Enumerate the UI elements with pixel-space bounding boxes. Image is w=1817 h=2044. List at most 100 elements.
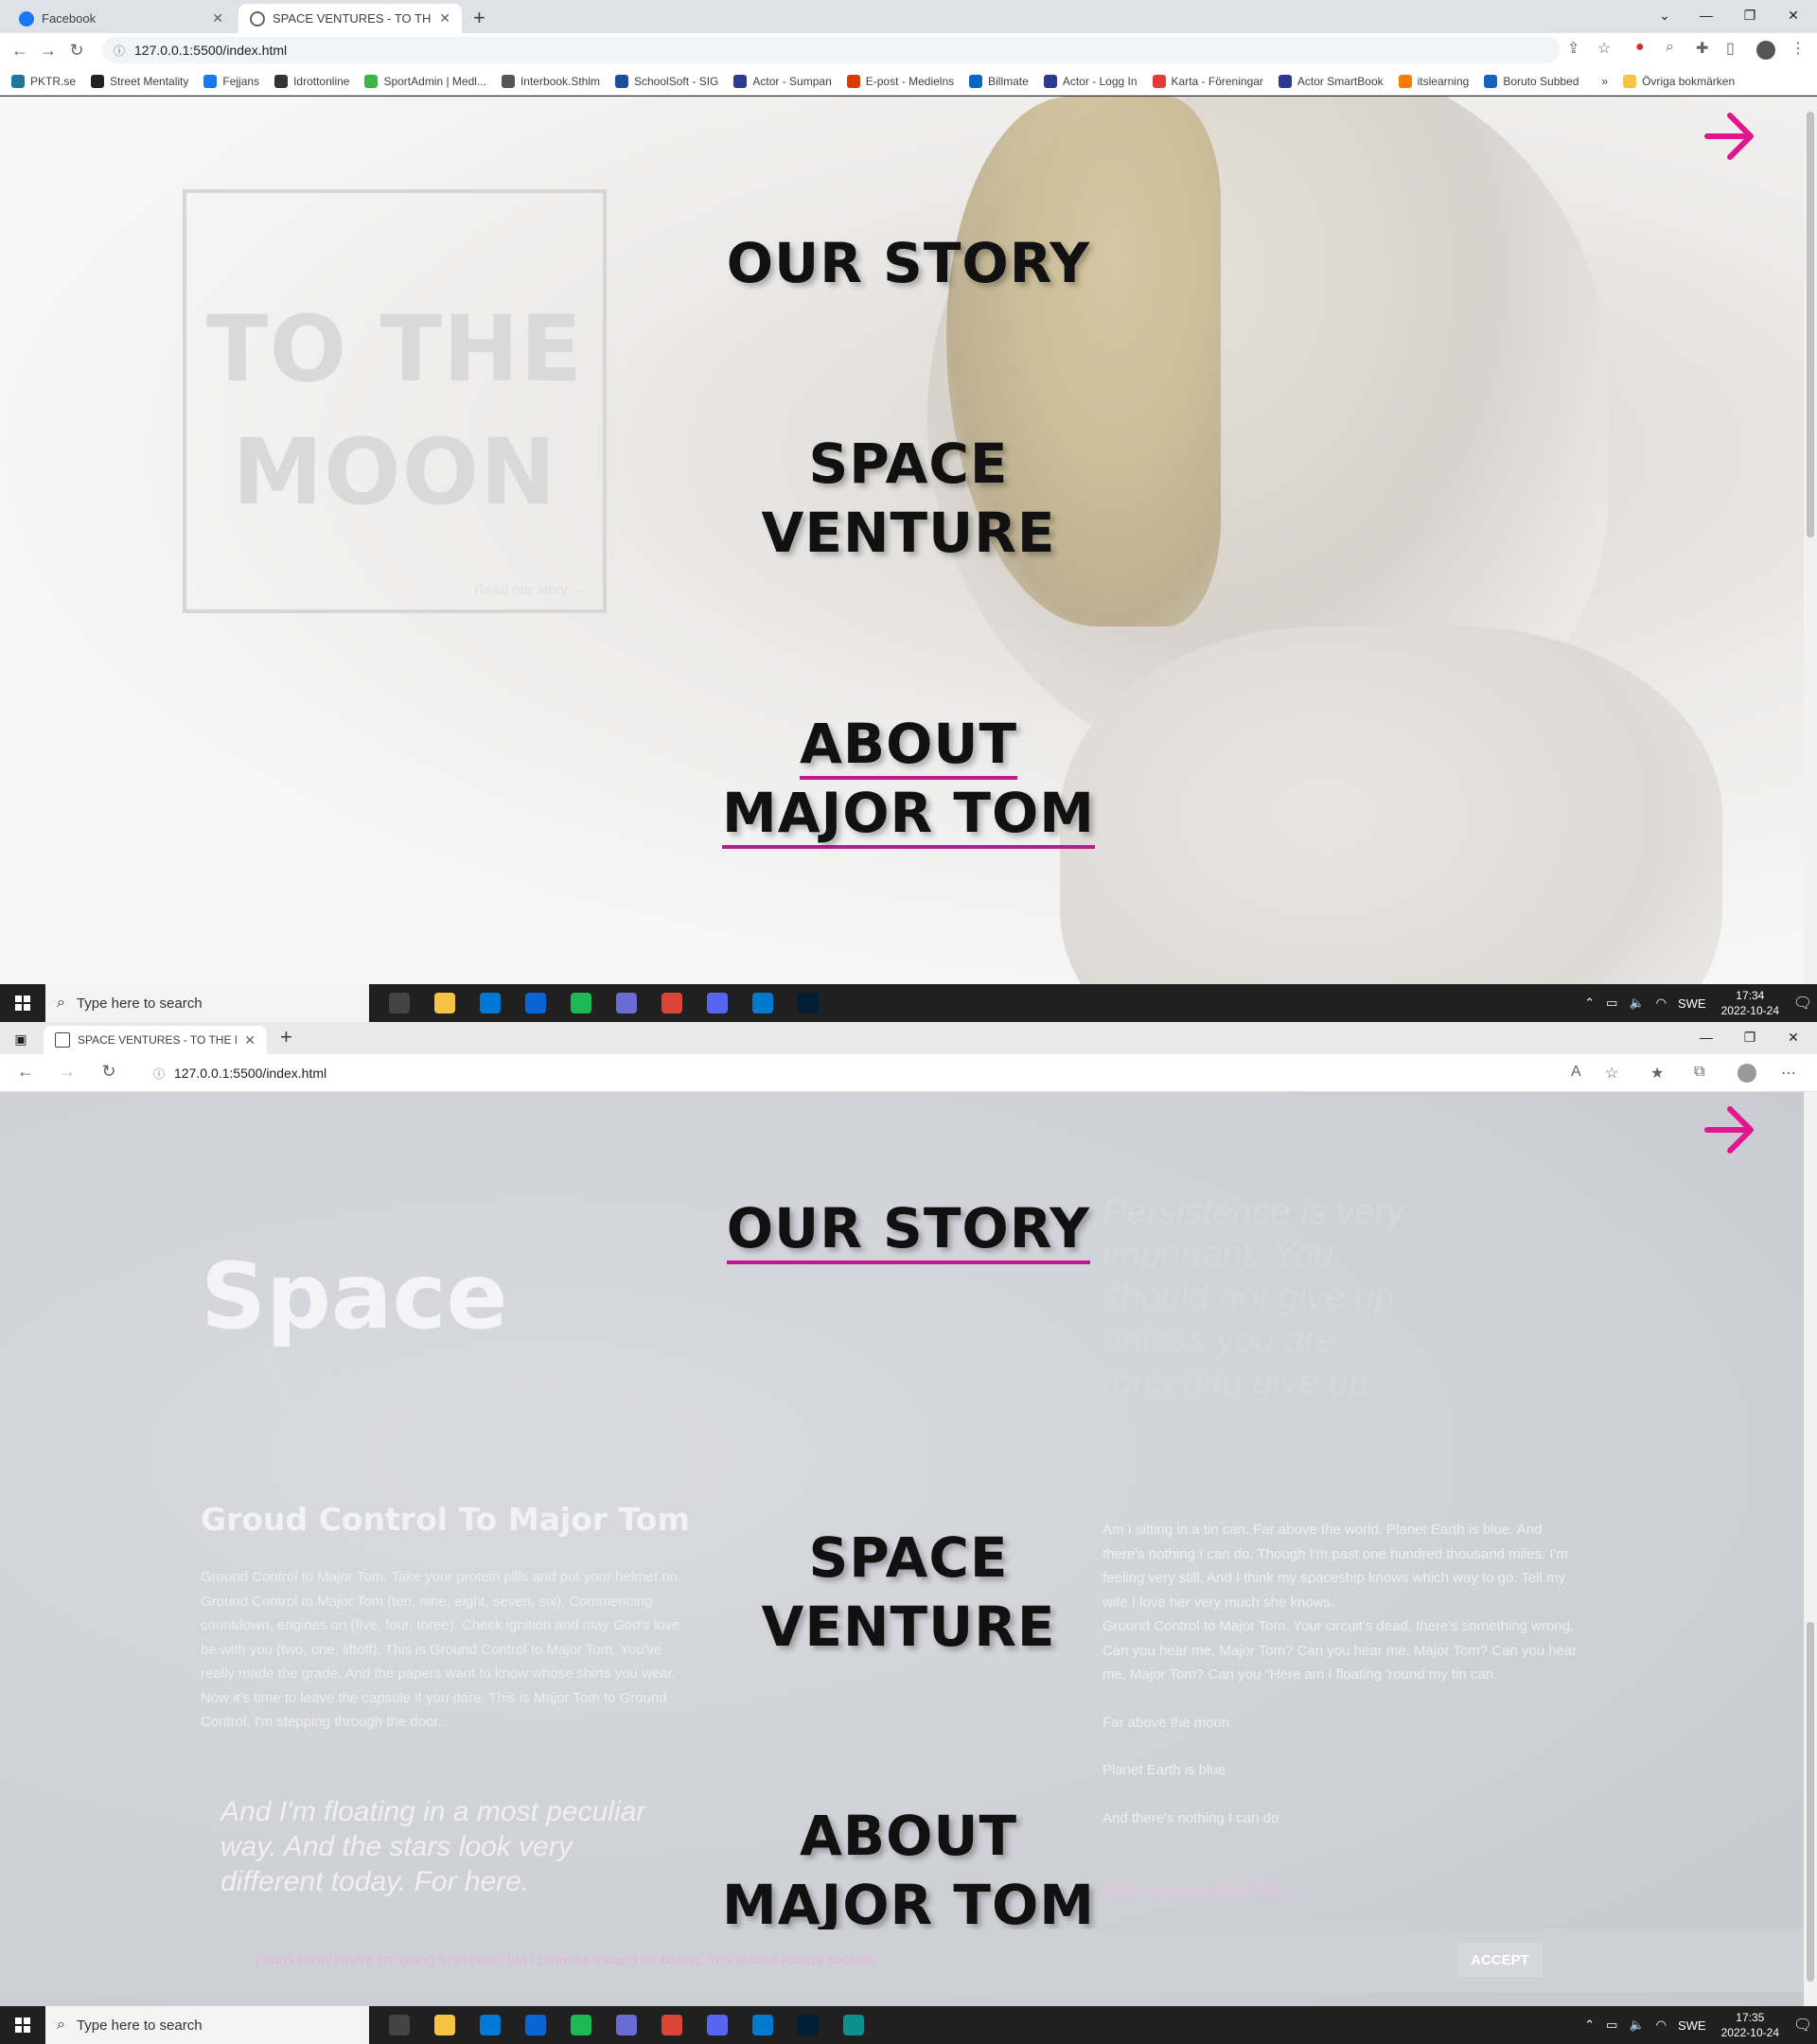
avatar[interactable] bbox=[1738, 1064, 1756, 1083]
taskbar-app-discord[interactable] bbox=[695, 2006, 740, 2044]
forward-icon[interactable]: → bbox=[34, 41, 62, 61]
bookmark-item[interactable]: SchoolSoft - SIG bbox=[615, 74, 718, 88]
star-icon[interactable]: ☆ bbox=[1597, 39, 1611, 58]
add-favorite-icon[interactable]: ☆ bbox=[1605, 1064, 1618, 1083]
taskbar-app-chrome[interactable] bbox=[649, 2006, 695, 2044]
scrollbar-thumb[interactable] bbox=[1807, 112, 1814, 537]
volume-icon[interactable]: 🔈 bbox=[1629, 996, 1644, 1011]
minimize-button[interactable]: — bbox=[1685, 0, 1728, 30]
taskbar-app-microsoft-store[interactable] bbox=[467, 984, 513, 1022]
bookmark-item[interactable]: Actor - Logg In bbox=[1043, 74, 1138, 88]
taskbar-app-photoshop[interactable] bbox=[785, 984, 831, 1022]
avatar[interactable] bbox=[1756, 41, 1775, 60]
wifi-icon[interactable]: ◠ bbox=[1656, 996, 1667, 1011]
taskbar-app-chrome[interactable] bbox=[649, 984, 695, 1022]
bookmark-item[interactable]: Actor - Sumpan bbox=[733, 74, 832, 88]
nav-space-venture[interactable]: SPACE VENTURE bbox=[606, 430, 1211, 568]
scrollbar[interactable] bbox=[1804, 1092, 1817, 2006]
sidepanel-icon[interactable]: ▯ bbox=[1726, 39, 1735, 58]
tab-space-ventures[interactable]: SPACE VENTURES - TO THE MOC ✕ bbox=[238, 4, 462, 33]
share-icon[interactable]: ⇪ bbox=[1567, 39, 1579, 58]
new-tab-button[interactable]: + bbox=[280, 1025, 292, 1049]
volume-icon[interactable]: 🔈 bbox=[1629, 2018, 1644, 2033]
nav-our-story[interactable]: OUR STORY bbox=[606, 229, 1211, 298]
taskbar-app-app-swirl[interactable] bbox=[604, 984, 649, 1022]
battery-icon[interactable]: ▭ bbox=[1606, 996, 1617, 1011]
puzzle-icon[interactable]: ✚ bbox=[1696, 39, 1708, 58]
language-indicator[interactable]: SWE bbox=[1678, 2018, 1706, 2033]
taskbar-app-spotify[interactable] bbox=[558, 984, 604, 1022]
chevron-up-icon[interactable]: ⌃ bbox=[1584, 996, 1595, 1011]
taskbar-app-discord[interactable] bbox=[695, 984, 740, 1022]
close-icon[interactable]: ✕ bbox=[212, 10, 223, 26]
notification-icon[interactable]: 🗨 bbox=[1789, 2006, 1817, 2044]
start-button[interactable] bbox=[0, 984, 45, 1022]
favorites-icon[interactable]: ★ bbox=[1650, 1064, 1664, 1083]
opera-icon[interactable]: ● bbox=[1635, 39, 1645, 56]
clock[interactable]: 17:34 2022-10-24 bbox=[1721, 988, 1779, 1018]
scrollbar-thumb[interactable] bbox=[1807, 1622, 1814, 1982]
taskbar-app-vscode[interactable] bbox=[740, 984, 785, 1022]
reload-icon[interactable]: ↻ bbox=[95, 1062, 123, 1082]
bookmark-item[interactable]: Idrottonline bbox=[274, 74, 349, 88]
bookmark-item[interactable]: Karta - Föreningar bbox=[1152, 74, 1263, 88]
search-extension-icon[interactable]: ⌕ bbox=[1666, 39, 1674, 56]
taskbar-app-mail[interactable] bbox=[513, 2006, 558, 2044]
close-window-button[interactable]: ✕ bbox=[1772, 0, 1815, 30]
bookmark-item[interactable]: PKTR.se bbox=[11, 74, 76, 88]
scrollbar[interactable] bbox=[1804, 97, 1817, 984]
bookmark-item[interactable]: Actor SmartBook bbox=[1278, 74, 1384, 88]
clock[interactable]: 17:35 2022-10-24 bbox=[1721, 2010, 1779, 2040]
battery-icon[interactable]: ▭ bbox=[1606, 2018, 1617, 2033]
nav-space-venture[interactable]: SPACE VENTURE bbox=[606, 1524, 1211, 1662]
collections-icon[interactable]: ⧉ bbox=[1694, 1064, 1704, 1081]
bookmark-item[interactable]: Billmate bbox=[969, 74, 1029, 88]
menu-icon[interactable]: ⋯ bbox=[1781, 1064, 1796, 1083]
menu-icon[interactable]: ⋮ bbox=[1791, 39, 1806, 58]
reload-icon[interactable]: ↻ bbox=[62, 41, 91, 61]
bookmark-item[interactable]: SportAdmin | Medl... bbox=[364, 74, 486, 88]
info-icon[interactable]: ⓘ bbox=[114, 43, 125, 59]
bookmark-item[interactable]: Fejjans bbox=[203, 74, 259, 88]
close-window-button[interactable]: ✕ bbox=[1772, 1022, 1815, 1052]
address-bar[interactable]: ⓘ 127.0.0.1:5500/index.html bbox=[140, 1060, 1616, 1086]
tab-facebook[interactable]: Facebook ✕ bbox=[8, 4, 235, 33]
taskbar-app-photoshop[interactable] bbox=[785, 2006, 831, 2044]
taskbar-app-spotify[interactable] bbox=[558, 2006, 604, 2044]
back-icon[interactable]: ← bbox=[11, 1062, 40, 1082]
taskbar-app-task-view[interactable] bbox=[377, 2006, 422, 2044]
language-indicator[interactable]: SWE bbox=[1678, 996, 1706, 1011]
nav-about-major-tom[interactable]: ABOUT MAJOR TOM bbox=[606, 710, 1211, 849]
taskbar-app-mail[interactable] bbox=[513, 984, 558, 1022]
tab-search-icon[interactable]: ⌄ bbox=[1643, 0, 1686, 30]
bookmark-item[interactable]: E-post - Medielns bbox=[846, 74, 954, 88]
taskbar-app-file-explorer[interactable] bbox=[422, 2006, 467, 2044]
back-icon[interactable]: ← bbox=[6, 41, 34, 61]
taskbar-app-vscode[interactable] bbox=[740, 2006, 785, 2044]
notification-icon[interactable]: 🗨 bbox=[1789, 984, 1817, 1022]
new-tab-button[interactable]: + bbox=[473, 6, 485, 30]
taskbar-app-edge[interactable] bbox=[831, 2006, 876, 2044]
bookmarks-more-button[interactable]: » bbox=[1601, 75, 1608, 88]
chevron-up-icon[interactable]: ⌃ bbox=[1584, 2018, 1595, 2033]
nav-about-major-tom[interactable]: ABOUT MAJOR TOM bbox=[606, 1802, 1211, 1940]
tab-actions-icon[interactable]: ▣ bbox=[0, 1024, 42, 1054]
taskbar-search[interactable]: ⌕ Type here to search bbox=[45, 984, 369, 1022]
taskbar-app-microsoft-store[interactable] bbox=[467, 2006, 513, 2044]
tab-space-ventures[interactable]: SPACE VENTURES - TO THE MOC ✕ bbox=[44, 1026, 267, 1054]
close-icon[interactable]: ✕ bbox=[244, 1032, 256, 1048]
nav-our-story[interactable]: OUR STORY bbox=[606, 1194, 1211, 1264]
read-our-story-link[interactable]: Read our story → bbox=[474, 582, 586, 598]
minimize-button[interactable]: — bbox=[1685, 1022, 1728, 1052]
bookmark-item[interactable]: Street Mentality bbox=[91, 74, 188, 88]
wifi-icon[interactable]: ◠ bbox=[1656, 2018, 1667, 2033]
info-icon[interactable]: ⓘ bbox=[153, 1066, 165, 1082]
other-bookmarks[interactable]: Övriga bokmärken bbox=[1623, 74, 1735, 88]
start-button[interactable] bbox=[0, 2006, 45, 2044]
close-icon[interactable]: ✕ bbox=[439, 10, 450, 26]
forward-icon[interactable]: → bbox=[53, 1062, 81, 1082]
bookmark-item[interactable]: Boruto Subbed bbox=[1484, 74, 1579, 88]
address-bar[interactable]: ⓘ 127.0.0.1:5500/index.html bbox=[102, 37, 1560, 63]
accept-cookies-button[interactable]: ACCEPT bbox=[1457, 1943, 1543, 1977]
taskbar-app-app-swirl[interactable] bbox=[604, 2006, 649, 2044]
